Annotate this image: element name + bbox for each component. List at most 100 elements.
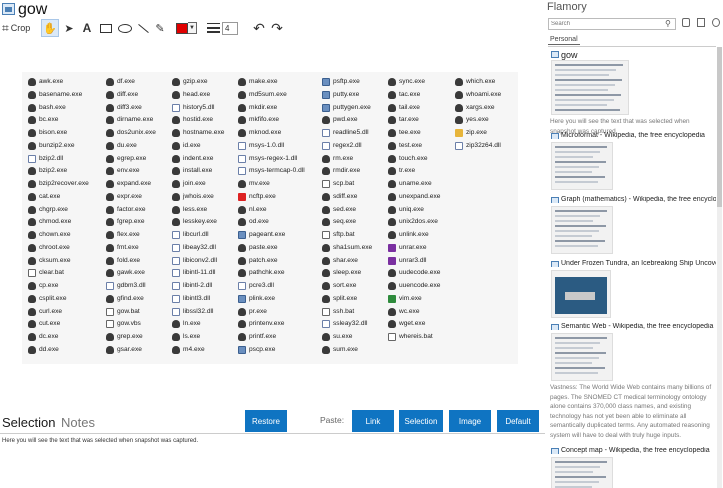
snapshot-title-text: Microformat - Wikipedia, the free encycl… xyxy=(561,132,705,139)
restore-button[interactable]: Restore xyxy=(245,410,287,432)
file-name: gow.vbs xyxy=(117,320,141,328)
file-name: zip.exe xyxy=(466,129,487,137)
ellipse-tool-button[interactable] xyxy=(116,19,134,37)
camera-icon[interactable] xyxy=(682,18,690,27)
file-icon xyxy=(238,320,246,329)
file-icon xyxy=(388,129,396,138)
file-icon xyxy=(455,141,463,150)
snapshot-thumbnail xyxy=(551,270,611,318)
divider xyxy=(0,433,545,434)
file-icon xyxy=(106,154,114,163)
file-name: bash.exe xyxy=(39,103,66,111)
document-icon[interactable] xyxy=(697,18,705,27)
file-name: xargs.exe xyxy=(466,103,495,111)
snapshot-image: awk.exe basename.exe bash.exe bc.exe bison.e… xyxy=(22,72,518,364)
file-name: pr.exe xyxy=(249,307,267,315)
file-icon xyxy=(388,218,396,227)
file-icon xyxy=(238,294,246,303)
crop-label: Crop xyxy=(10,23,31,33)
file-name: patch.exe xyxy=(249,256,278,264)
stroke-width-select[interactable]: 4 xyxy=(207,19,243,37)
undo-button[interactable]: ↶ xyxy=(251,19,267,37)
tab-notes[interactable]: Notes xyxy=(61,415,95,430)
ellipse-icon xyxy=(118,23,132,33)
thumbnail-line xyxy=(555,69,616,71)
sidebar-divider xyxy=(548,46,716,47)
thumbnail-line xyxy=(555,225,606,227)
tab-personal[interactable]: Personal xyxy=(548,35,580,45)
file-name: head.exe xyxy=(183,90,211,98)
file-icon xyxy=(106,116,114,125)
file-icon xyxy=(28,78,36,86)
color-picker[interactable]: ▼ xyxy=(176,19,200,37)
file-name: make.exe xyxy=(249,78,278,85)
file-icon xyxy=(28,320,36,329)
file-name: puttygen.exe xyxy=(333,103,371,111)
file-name: wget.exe xyxy=(399,320,426,328)
file-name: lesskey.exe xyxy=(183,218,217,226)
thumbnail-line xyxy=(555,104,607,106)
pointer-tool-button[interactable]: ➤ xyxy=(62,19,76,37)
snapshot-title-text: Concept map - Wikipedia, the free encycl… xyxy=(561,447,710,454)
text-tool-button[interactable]: A xyxy=(80,19,94,37)
paste-image-button[interactable]: Image xyxy=(449,410,491,432)
rectangle-icon xyxy=(100,23,112,33)
file-icon xyxy=(238,269,246,278)
redo-button[interactable]: ↷ xyxy=(269,19,285,37)
paste-selection-button[interactable]: Selection xyxy=(399,410,443,432)
file-name: less.exe xyxy=(183,205,208,213)
file-name: sync.exe xyxy=(399,78,426,85)
file-icon xyxy=(172,180,180,189)
thumbnail-line xyxy=(555,235,592,237)
file-name: chgrp.exe xyxy=(39,205,68,213)
file-name: unix2dos.exe xyxy=(399,218,438,226)
file-icon xyxy=(238,141,246,150)
line-tool-button[interactable] xyxy=(136,19,150,37)
window-title: gow xyxy=(18,1,48,18)
file-name: pathchk.exe xyxy=(249,269,285,277)
file-icon xyxy=(172,345,180,354)
file-icon xyxy=(28,282,36,291)
crop-button[interactable]: ⌗ Crop xyxy=(2,19,36,37)
thumbnail-line xyxy=(555,161,606,163)
hand-tool-button[interactable]: ✋ xyxy=(41,19,59,37)
file-icon xyxy=(388,333,396,342)
thumbnail-line xyxy=(555,220,593,222)
tab-selection[interactable]: Selection xyxy=(2,415,55,430)
page-icon xyxy=(551,51,559,58)
thumbnail-line xyxy=(555,466,600,468)
file-icon xyxy=(322,154,330,163)
file-name: zip32z64.dll xyxy=(466,141,501,149)
thumbnail-line xyxy=(555,109,620,111)
scrollbar-thumb[interactable] xyxy=(717,47,722,207)
thumbnail-line xyxy=(555,171,592,173)
file-name: rm.exe xyxy=(333,154,354,162)
file-icon xyxy=(322,307,330,316)
file-name: du.exe xyxy=(117,141,137,149)
marker-tool-button[interactable]: ✎ xyxy=(153,19,167,37)
file-icon xyxy=(238,90,246,99)
paste-link-button[interactable]: Link xyxy=(352,410,394,432)
file-icon xyxy=(172,78,180,86)
snapshot-title: Semantic Web - Wikipedia, the free encyc… xyxy=(550,323,716,330)
file-name: factor.exe xyxy=(117,205,146,213)
file-name: mv.exe xyxy=(249,180,270,188)
snapshot-thumbnail xyxy=(551,333,613,381)
search-input[interactable] xyxy=(548,18,676,30)
file-icon xyxy=(238,218,246,227)
file-icon xyxy=(28,307,36,316)
gear-icon[interactable] xyxy=(712,18,720,27)
rectangle-tool-button[interactable] xyxy=(98,19,114,37)
file-name: gsar.exe xyxy=(117,345,142,353)
file-icon xyxy=(172,116,180,125)
file-icon xyxy=(106,256,114,265)
file-icon xyxy=(172,90,180,99)
paste-default-button[interactable]: Default xyxy=(497,410,539,432)
file-icon xyxy=(28,103,36,112)
file-name: chroot.exe xyxy=(39,243,70,251)
marker-icon: ✎ xyxy=(155,22,165,35)
file-name: install.exe xyxy=(183,167,213,175)
file-icon xyxy=(388,90,396,99)
file-name: diff.exe xyxy=(117,90,139,98)
search-icon[interactable]: ⚲ xyxy=(665,19,671,28)
